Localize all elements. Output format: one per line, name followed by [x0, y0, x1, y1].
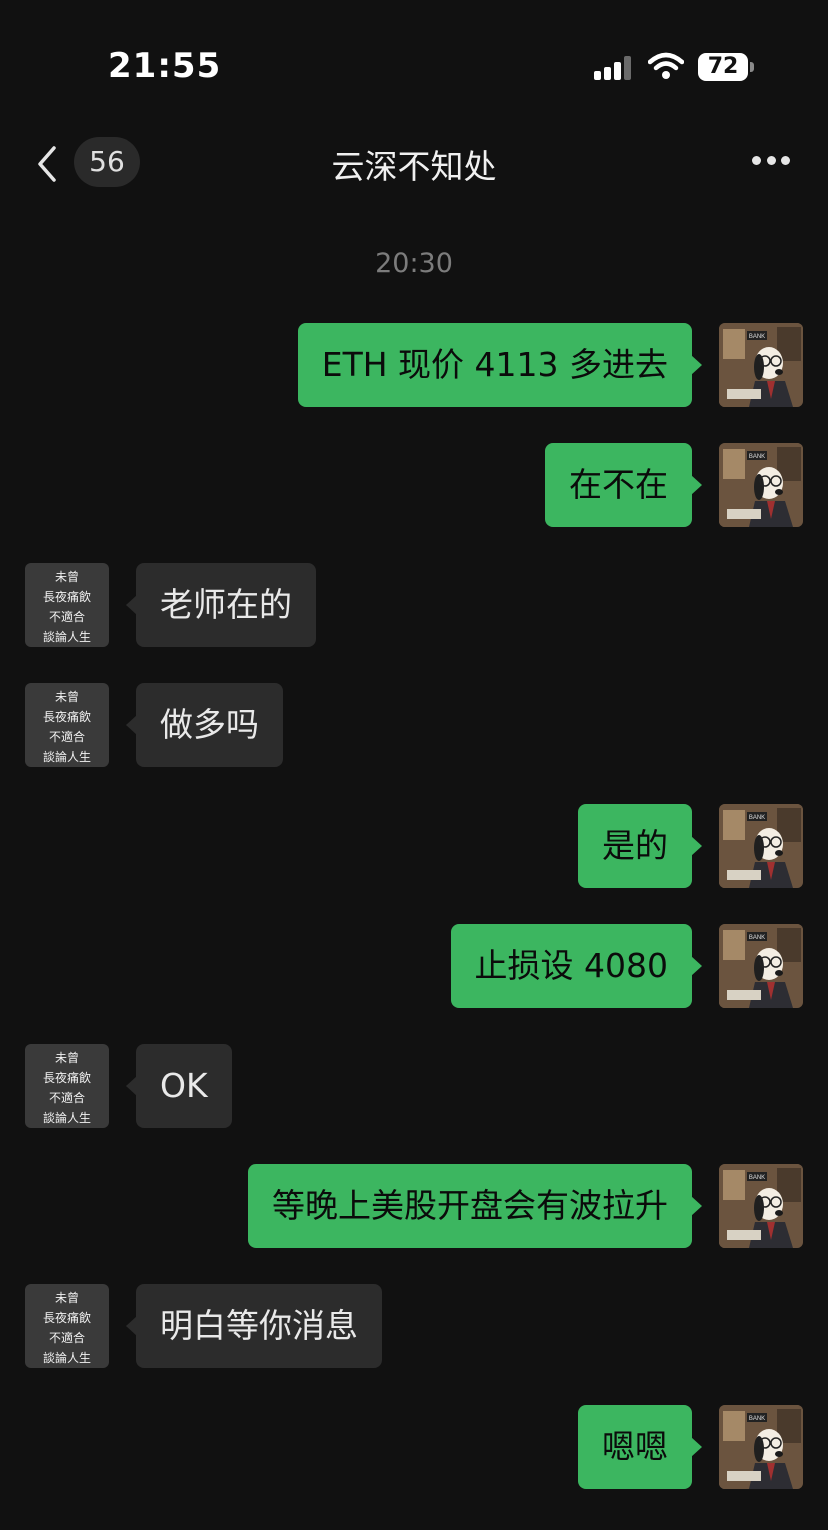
incoming-message-bubble[interactable]: 明白等你消息 — [126, 1284, 382, 1368]
calligraphy-text: 未曾長夜痛飲不適合談論人生 — [25, 1284, 109, 1368]
nav-bar: 56 云深不知处 — [0, 130, 828, 200]
self-avatar[interactable]: BANK — [719, 323, 803, 407]
self-avatar[interactable]: BANK — [719, 443, 803, 527]
svg-text:BANK: BANK — [749, 334, 765, 340]
calligraphy-text: 未曾長夜痛飲不適合談論人生 — [25, 563, 109, 647]
dog-banker-illustration: BANK — [719, 1164, 803, 1248]
unread-count-badge[interactable]: 56 — [74, 137, 140, 187]
svg-text:BANK: BANK — [749, 454, 765, 460]
calligraphy-line: 未曾 — [54, 1051, 79, 1065]
status-bar: 21:55 72 — [0, 0, 828, 130]
self-avatar[interactable]: BANK — [719, 804, 803, 888]
calligraphy-line: 未曾 — [54, 1291, 79, 1305]
self-avatar[interactable]: BANK — [719, 924, 803, 1008]
battery-cap — [750, 62, 754, 72]
svg-text:BANK: BANK — [749, 935, 765, 941]
message-timestamp: 20:30 — [375, 248, 453, 279]
contact-avatar[interactable]: 未曾長夜痛飲不適合談論人生 — [25, 563, 109, 647]
contact-avatar[interactable]: 未曾長夜痛飲不適合談論人生 — [25, 1284, 109, 1368]
calligraphy-line: 未曾 — [54, 570, 79, 584]
contact-avatar[interactable]: 未曾長夜痛飲不適合談論人生 — [25, 683, 109, 767]
svg-text:BANK: BANK — [749, 815, 765, 821]
message-row: 是的 BANK — [0, 804, 828, 894]
message-row: 未曾長夜痛飲不適合談論人生 做多吗 — [0, 683, 828, 773]
battery-icon: 72 — [698, 53, 748, 81]
outgoing-message-bubble[interactable]: 是的 — [578, 804, 702, 888]
dog-banker-illustration: BANK — [719, 804, 803, 888]
self-avatar[interactable]: BANK — [719, 1405, 803, 1489]
message-row: 未曾長夜痛飲不適合談論人生 明白等你消息 — [0, 1284, 828, 1374]
outgoing-message-bubble[interactable]: 止损设 4080 — [450, 924, 703, 1008]
dog-banker-illustration: BANK — [719, 1405, 803, 1489]
calligraphy-line: 談論人生 — [42, 1111, 91, 1125]
status-time: 21:55 — [108, 46, 222, 86]
calligraphy-line: 不適合 — [48, 1331, 85, 1345]
outgoing-message-bubble[interactable]: 在不在 — [545, 443, 702, 527]
dog-banker-illustration: BANK — [719, 443, 803, 527]
self-avatar[interactable]: BANK — [719, 1164, 803, 1248]
incoming-message-bubble[interactable]: 做多吗 — [126, 683, 283, 767]
back-icon[interactable] — [34, 144, 64, 184]
calligraphy-line: 不適合 — [48, 610, 85, 624]
cellular-signal-icon — [594, 56, 634, 80]
message-row: 嗯嗯 BANK — [0, 1405, 828, 1495]
contact-avatar[interactable]: 未曾長夜痛飲不適合談論人生 — [25, 1044, 109, 1128]
dog-banker-illustration: BANK — [719, 924, 803, 1008]
calligraphy-line: 長夜痛飲 — [42, 590, 91, 604]
incoming-message-bubble[interactable]: 老师在的 — [126, 563, 316, 647]
calligraphy-line: 談論人生 — [42, 1351, 91, 1365]
calligraphy-line: 不適合 — [48, 1091, 85, 1105]
message-row: ETH 现价 4113 多进去 BANK — [0, 323, 828, 413]
calligraphy-line: 未曾 — [54, 690, 79, 704]
outgoing-message-bubble[interactable]: 嗯嗯 — [578, 1405, 702, 1489]
calligraphy-line: 長夜痛飲 — [42, 710, 91, 724]
svg-text:BANK: BANK — [749, 1175, 765, 1181]
message-row: 等晚上美股开盘会有波拉升 BANK — [0, 1164, 828, 1254]
calligraphy-line: 不適合 — [48, 730, 85, 744]
dog-banker-illustration: BANK — [719, 323, 803, 407]
svg-text:BANK: BANK — [749, 1416, 765, 1422]
calligraphy-line: 談論人生 — [42, 630, 91, 644]
calligraphy-text: 未曾長夜痛飲不適合談論人生 — [25, 683, 109, 767]
outgoing-message-bubble[interactable]: ETH 现价 4113 多进去 — [297, 323, 703, 407]
message-row: 在不在 BANK — [0, 443, 828, 533]
calligraphy-line: 談論人生 — [42, 750, 91, 764]
calligraphy-line: 長夜痛飲 — [42, 1311, 91, 1325]
calligraphy-line: 長夜痛飲 — [42, 1071, 91, 1085]
outgoing-message-bubble[interactable]: 等晚上美股开盘会有波拉升 — [248, 1164, 702, 1248]
more-options-icon[interactable] — [752, 156, 790, 166]
wifi-icon — [648, 52, 684, 79]
chat-title: 云深不知处 — [331, 147, 497, 186]
message-row: 未曾長夜痛飲不適合談論人生 老师在的 — [0, 563, 828, 653]
incoming-message-bubble[interactable]: OK — [126, 1044, 232, 1128]
message-row: 止损设 4080 BANK — [0, 924, 828, 1014]
calligraphy-text: 未曾長夜痛飲不適合談論人生 — [25, 1044, 109, 1128]
message-row: 未曾長夜痛飲不適合談論人生 OK — [0, 1044, 828, 1134]
battery-level: 72 — [707, 54, 739, 79]
